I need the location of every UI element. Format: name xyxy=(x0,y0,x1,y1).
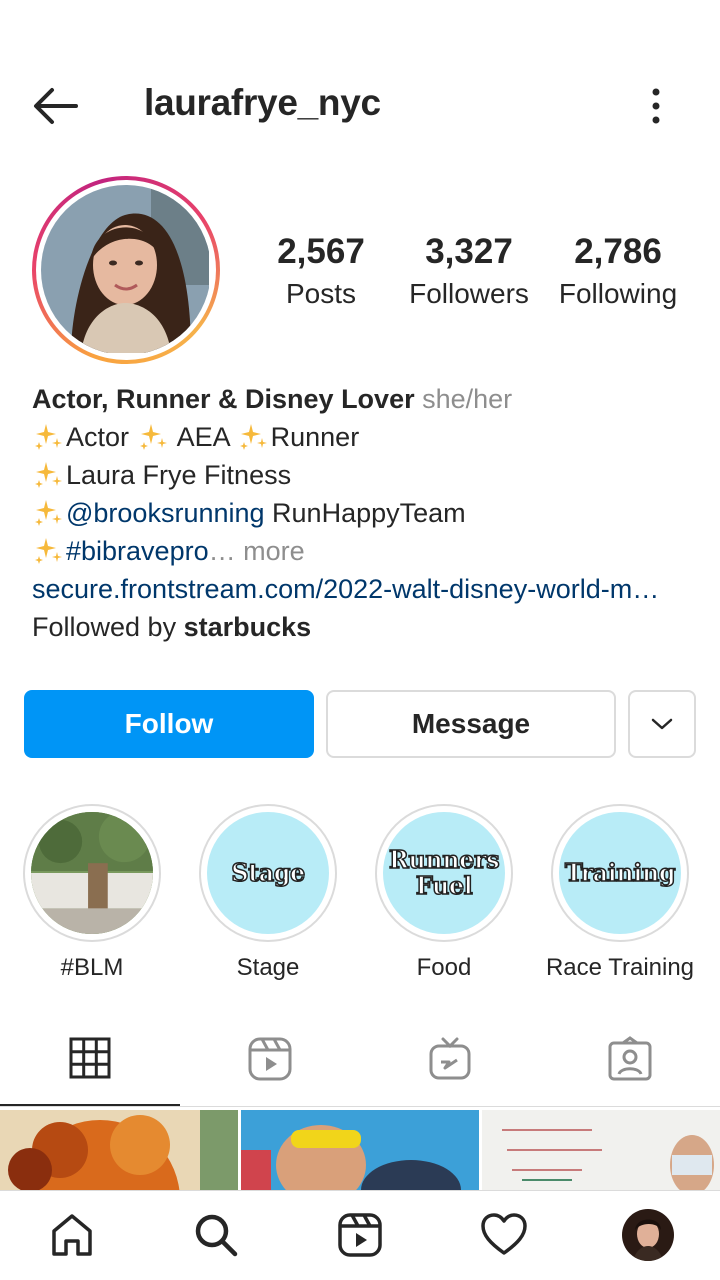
follow-button[interactable]: Follow xyxy=(24,690,314,758)
profile-tabs xyxy=(0,1030,720,1108)
highlight-stage[interactable]: Stage Stage xyxy=(183,804,353,982)
highlight-blm[interactable]: #BLM xyxy=(7,804,177,982)
chevron-down-icon xyxy=(651,718,673,730)
back-button[interactable] xyxy=(30,84,82,128)
reels-icon xyxy=(248,1037,292,1081)
more-vertical-icon xyxy=(652,88,660,124)
stat-posts[interactable]: 2,567 Posts xyxy=(250,232,392,310)
reels-icon xyxy=(338,1213,382,1257)
suggested-accounts-button[interactable] xyxy=(628,690,696,758)
bio-text-runhappy: RunHappyTeam xyxy=(272,498,466,528)
bio-line-4: #bibravepro… more xyxy=(32,532,702,570)
profile-avatar xyxy=(622,1209,674,1261)
bio-text-aea: AEA xyxy=(176,422,230,452)
nav-home[interactable] xyxy=(42,1205,102,1265)
bio-mention-link[interactable]: @brooksrunning xyxy=(66,498,265,528)
bio-website-link[interactable]: secure.frontstream.com/2022-walt-disney-… xyxy=(32,570,702,608)
stat-followers[interactable]: 3,327 Followers xyxy=(398,232,540,310)
tabs-divider xyxy=(0,1106,720,1107)
profile-header: laurafrye_nyc xyxy=(0,62,720,150)
active-tab-indicator xyxy=(0,1104,180,1106)
highlight-cover: Runners Fuel xyxy=(383,812,505,934)
nav-reels[interactable] xyxy=(330,1205,390,1265)
tab-posts-grid[interactable] xyxy=(0,1030,180,1108)
heart-icon xyxy=(481,1213,527,1255)
highlight-label: Stage xyxy=(236,954,300,981)
highlight-cover-text: Training xyxy=(564,858,676,887)
nav-profile[interactable] xyxy=(618,1205,678,1265)
nav-search[interactable] xyxy=(186,1205,246,1265)
search-icon xyxy=(195,1214,238,1257)
stat-posts-count: 2,567 xyxy=(277,232,365,271)
bio-line-1: Actor AEA Runner xyxy=(32,418,702,456)
highlight-cover xyxy=(31,812,153,934)
stat-following-count: 2,786 xyxy=(574,232,662,271)
message-button[interactable]: Message xyxy=(326,690,616,758)
post-thumbnail[interactable] xyxy=(241,1110,479,1190)
bio-more-link[interactable]: more xyxy=(243,536,305,566)
followed-by-user: starbucks xyxy=(183,612,312,642)
highlight-label: Food xyxy=(416,954,472,981)
stat-following[interactable]: 2,786 Following xyxy=(546,232,690,310)
home-icon xyxy=(52,1214,92,1256)
bottom-navigation xyxy=(0,1190,720,1280)
followed-by-line[interactable]: Followed by starbucks xyxy=(32,608,702,646)
sparkles-icon xyxy=(35,462,62,488)
igtv-icon xyxy=(429,1037,471,1080)
nav-activity[interactable] xyxy=(474,1205,534,1265)
sparkles-icon xyxy=(35,538,62,564)
stat-posts-label: Posts xyxy=(285,278,357,309)
sparkles-icon xyxy=(239,424,267,450)
stat-following-label: Following xyxy=(558,278,678,309)
highlight-label: #BLM xyxy=(60,954,124,981)
grid-icon xyxy=(69,1037,111,1079)
bio-text-actor: Actor xyxy=(66,422,130,452)
story-highlights: #BLM Stage Stage Runners Fuel Food Train… xyxy=(0,804,720,984)
highlight-food[interactable]: Runners Fuel Food xyxy=(359,804,529,982)
highlight-race-training[interactable]: Training Race Training xyxy=(535,804,705,982)
sparkles-icon xyxy=(139,424,167,450)
stat-followers-label: Followers xyxy=(409,278,529,309)
followed-by-prefix: Followed by xyxy=(32,612,177,642)
tagged-icon xyxy=(608,1036,652,1081)
profile-stats: 2,567 Posts 3,327 Followers 2,786 Follow… xyxy=(250,232,710,312)
bio-text-fitness: Laura Frye Fitness xyxy=(66,460,292,490)
bio-text-runner: Runner xyxy=(270,422,360,452)
bio-ellipsis: … xyxy=(208,536,236,566)
sparkles-icon xyxy=(35,500,62,526)
highlight-cover-text: Fuel xyxy=(415,871,473,900)
stat-followers-count: 3,327 xyxy=(425,232,513,271)
posts-grid xyxy=(0,1110,720,1190)
highlight-cover: Training xyxy=(559,812,681,934)
post-thumbnail[interactable] xyxy=(482,1110,720,1190)
story-ring[interactable] xyxy=(32,176,220,364)
highlight-cover: Stage xyxy=(207,812,329,934)
profile-avatar[interactable] xyxy=(41,185,211,355)
profile-username: laurafrye_nyc xyxy=(144,82,381,123)
highlight-label: Race Training xyxy=(545,954,695,981)
bio-line-2: Laura Frye Fitness xyxy=(32,456,702,494)
bio-line-3: @brooksrunning RunHappyTeam xyxy=(32,494,702,532)
more-options-button[interactable] xyxy=(640,84,672,128)
profile-bio: Actor, Runner & Disney Lover she/her Act… xyxy=(32,380,702,646)
bio-pronouns: she/her xyxy=(422,384,513,414)
arrow-left-icon xyxy=(34,88,78,124)
tab-igtv[interactable] xyxy=(360,1030,540,1108)
sparkles-icon xyxy=(35,424,62,450)
bio-name-line: Actor, Runner & Disney Lover she/her xyxy=(32,380,702,418)
tab-reels[interactable] xyxy=(180,1030,360,1108)
highlight-cover-text: Runners xyxy=(388,845,500,874)
highlight-cover-text: Stage xyxy=(230,858,306,887)
profile-actions: Follow Message xyxy=(24,690,696,758)
post-thumbnail[interactable] xyxy=(0,1110,238,1190)
bio-hashtag-link[interactable]: #bibravepro xyxy=(66,536,209,566)
bio-display-name: Actor, Runner & Disney Lover xyxy=(32,384,415,414)
tab-tagged[interactable] xyxy=(540,1030,720,1108)
